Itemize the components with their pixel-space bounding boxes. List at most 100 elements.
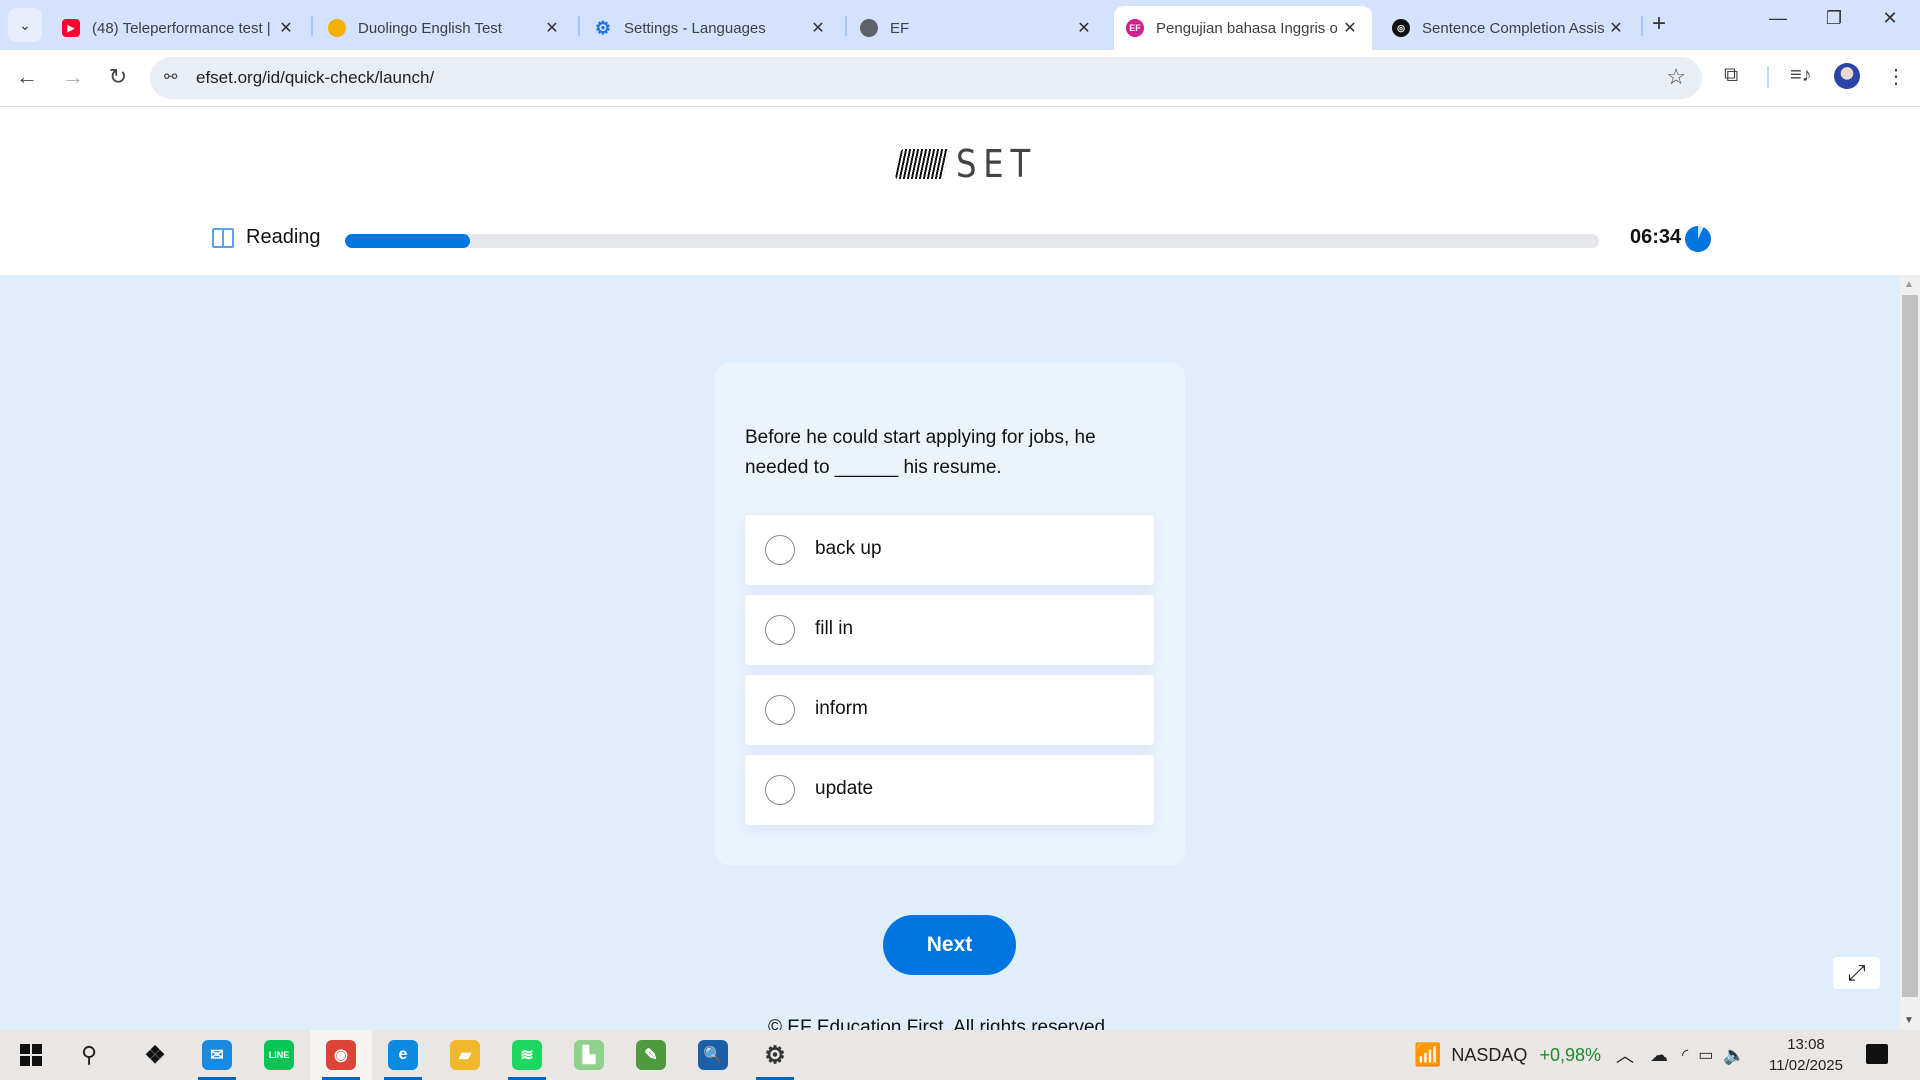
section-indicator: Reading xyxy=(212,226,321,249)
section-label: Reading xyxy=(246,226,321,248)
taskbar-app-magnifier-globe[interactable]: 🔍 xyxy=(682,1030,744,1080)
spotify-icon: ≋ xyxy=(512,1040,542,1070)
answer-option[interactable]: back up xyxy=(745,515,1154,585)
scroll-up-arrow[interactable]: ▲ xyxy=(1904,279,1914,290)
tab-2[interactable]: ⚙ Settings - Languages ✕ xyxy=(582,6,840,50)
onedrive-cloud-icon[interactable]: ☁ xyxy=(1650,1045,1668,1066)
taskbar-app-line[interactable]: LINE xyxy=(248,1030,310,1080)
tab-5[interactable]: ◎ Sentence Completion Assis ✕ xyxy=(1380,6,1638,50)
copyright-footer: © EF Education First. All rights reserve… xyxy=(768,1017,1111,1030)
answer-option[interactable]: update xyxy=(745,755,1154,825)
show-hidden-icons-chevron[interactable]: ︿ xyxy=(1616,1042,1634,1068)
windows-logo-icon xyxy=(20,1044,42,1066)
duolingo-icon xyxy=(328,19,346,37)
url-text[interactable]: efset.org/id/quick-check/launch/ xyxy=(196,68,434,88)
notification-center-icon[interactable] xyxy=(1866,1044,1888,1064)
answer-option[interactable]: inform xyxy=(745,675,1154,745)
taskbar-app-spotify[interactable]: ≋ xyxy=(496,1030,558,1080)
next-button[interactable]: Next xyxy=(883,915,1016,975)
gear-icon: ⚙ xyxy=(594,17,612,38)
stock-name: NASDAQ xyxy=(1451,1044,1528,1065)
battery-icon[interactable]: ▭ xyxy=(1698,1045,1713,1065)
tab-3[interactable]: EF ✕ xyxy=(848,6,1106,50)
browser-toolbar: ← → ↻ ⚯ efset.org/id/quick-check/launch/… xyxy=(0,50,1920,107)
scroll-down-arrow[interactable]: ▼ xyxy=(1904,1015,1914,1026)
extensions-icon[interactable]: ⧉ xyxy=(1724,64,1738,87)
page-scrollbar[interactable]: ▲ ▼ xyxy=(1900,275,1920,1030)
radio-button[interactable] xyxy=(765,695,795,725)
tab-separator xyxy=(578,16,580,36)
tab-search-button[interactable]: ⌄ xyxy=(8,8,42,42)
tab-title: Duolingo English Test xyxy=(358,19,502,37)
arrow-right-icon: → xyxy=(62,64,84,89)
tab-0[interactable]: ▶ (48) Teleperformance test | ✕ xyxy=(50,6,308,50)
question-text: Before he could start applying for jobs,… xyxy=(745,427,1096,478)
tab-4-active[interactable]: EF Pengujian bahasa Inggris o ✕ xyxy=(1114,6,1372,50)
close-icon[interactable]: ✕ xyxy=(542,18,562,38)
close-icon[interactable]: ✕ xyxy=(1074,18,1094,38)
reload-button[interactable]: ↻ xyxy=(103,64,133,90)
windows-taskbar: ⚲ ❖ ✉ LINE ◉ e ▰ ≋ ▙ ✎ 🔍 ⚙ 📶 NASDAQ +0,98% ︿ ☁ ◜ ▭… xyxy=(0,1030,1920,1080)
start-button[interactable] xyxy=(0,1030,62,1080)
taskbar-app-edge[interactable]: e xyxy=(372,1030,434,1080)
scrollbar-thumb[interactable] xyxy=(1902,295,1918,997)
close-icon[interactable]: ✕ xyxy=(808,18,828,38)
taskbar-app-app-chart[interactable]: ▙ xyxy=(558,1030,620,1080)
close-icon[interactable]: ✕ xyxy=(1340,18,1360,38)
tab-title: EF xyxy=(890,19,910,37)
youtube-icon: ▶ xyxy=(62,19,80,37)
edge-icon: e xyxy=(388,1040,418,1070)
taskbar-app-settings[interactable]: ⚙ xyxy=(744,1030,806,1080)
profile-avatar[interactable] xyxy=(1834,63,1860,89)
close-icon[interactable]: ✕ xyxy=(1606,18,1626,38)
browser-tab-strip: ⌄ ▶ (48) Teleperformance test | ✕ Duolin… xyxy=(0,0,1920,50)
close-icon[interactable]: ✕ xyxy=(276,18,296,38)
fullscreen-button[interactable]: ⤢ xyxy=(1833,957,1880,989)
close-window-button[interactable]: ✕ xyxy=(1870,8,1910,29)
radio-button[interactable] xyxy=(765,535,795,565)
new-tab-button[interactable]: + xyxy=(1652,10,1666,38)
taskbar-app-coreldraw[interactable]: ✎ xyxy=(620,1030,682,1080)
magnifier-globe-icon: 🔍 xyxy=(698,1040,728,1070)
globe-icon xyxy=(860,19,878,37)
answer-option[interactable]: fill in xyxy=(745,595,1154,665)
chevron-down-icon: ⌄ xyxy=(19,16,31,33)
radio-button[interactable] xyxy=(765,615,795,645)
back-button[interactable]: ← xyxy=(12,64,42,90)
more-menu-icon[interactable]: ⋮ xyxy=(1886,64,1906,89)
ef-logo-mark xyxy=(894,149,950,179)
coreldraw-icon: ✎ xyxy=(636,1040,666,1070)
site-settings-icon[interactable]: ⚯ xyxy=(164,67,177,87)
media-control-icon[interactable]: ≡♪ xyxy=(1790,64,1812,87)
taskbar-app-dropbox[interactable]: ❖ xyxy=(124,1030,186,1080)
expand-arrows-icon: ⤢ xyxy=(1847,960,1866,985)
forward-button[interactable]: → xyxy=(58,64,88,90)
tab-title: Sentence Completion Assis xyxy=(1422,19,1605,37)
search-icon: ⚲ xyxy=(80,1042,98,1067)
system-tray: ︿ ☁ ◜ ▭ 🔈 xyxy=(1616,1030,1746,1080)
stock-widget[interactable]: 📶 NASDAQ +0,98% xyxy=(1414,1030,1601,1080)
taskbar-app-file-explorer[interactable]: ▰ xyxy=(434,1030,496,1080)
restore-button[interactable]: ❐ xyxy=(1814,8,1854,29)
ef-icon: EF xyxy=(1126,19,1144,37)
minimize-button[interactable]: — xyxy=(1758,8,1798,29)
tab-title: Pengujian bahasa Inggris o xyxy=(1156,19,1338,37)
timer-pie-icon xyxy=(1685,226,1711,252)
chrome-icon: ◉ xyxy=(326,1040,356,1070)
taskbar-app-mail[interactable]: ✉ xyxy=(186,1030,248,1080)
taskbar-app-chrome[interactable]: ◉ xyxy=(310,1030,372,1080)
tab-separator xyxy=(1641,16,1643,36)
bookmark-star-icon[interactable]: ☆ xyxy=(1666,64,1686,90)
volume-icon[interactable]: 🔈 xyxy=(1723,1045,1745,1066)
wifi-icon[interactable]: ◜ xyxy=(1682,1045,1688,1065)
logo-text: SET xyxy=(956,142,1038,186)
file-explorer-icon: ▰ xyxy=(450,1040,480,1070)
option-label: back up xyxy=(815,538,882,559)
radio-button[interactable] xyxy=(765,775,795,805)
search-button[interactable]: ⚲ xyxy=(58,1030,120,1080)
address-bar[interactable]: ⚯ efset.org/id/quick-check/launch/ ☆ xyxy=(150,57,1702,99)
clock[interactable]: 13:08 11/02/2025 xyxy=(1766,1034,1846,1076)
progress-bar xyxy=(345,234,1599,248)
tab-1[interactable]: Duolingo English Test ✕ xyxy=(316,6,574,50)
tab-title: Settings - Languages xyxy=(624,19,766,37)
